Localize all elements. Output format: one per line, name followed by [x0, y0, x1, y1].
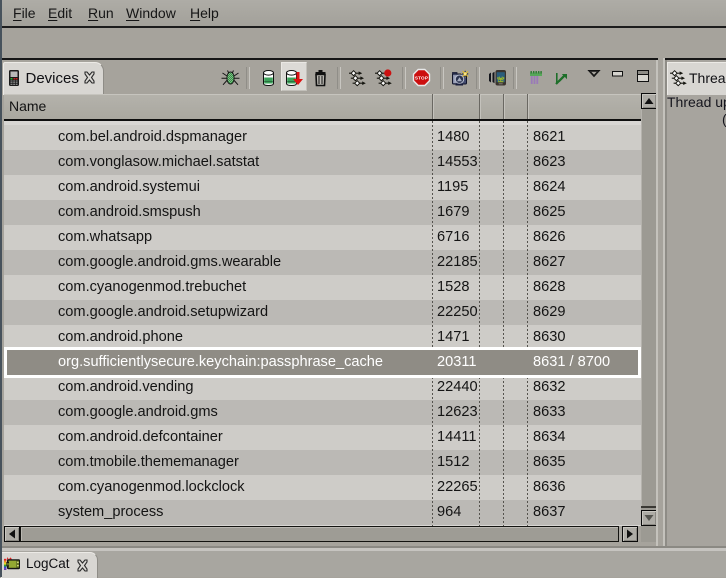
svg-text:STOP: STOP	[415, 75, 428, 80]
